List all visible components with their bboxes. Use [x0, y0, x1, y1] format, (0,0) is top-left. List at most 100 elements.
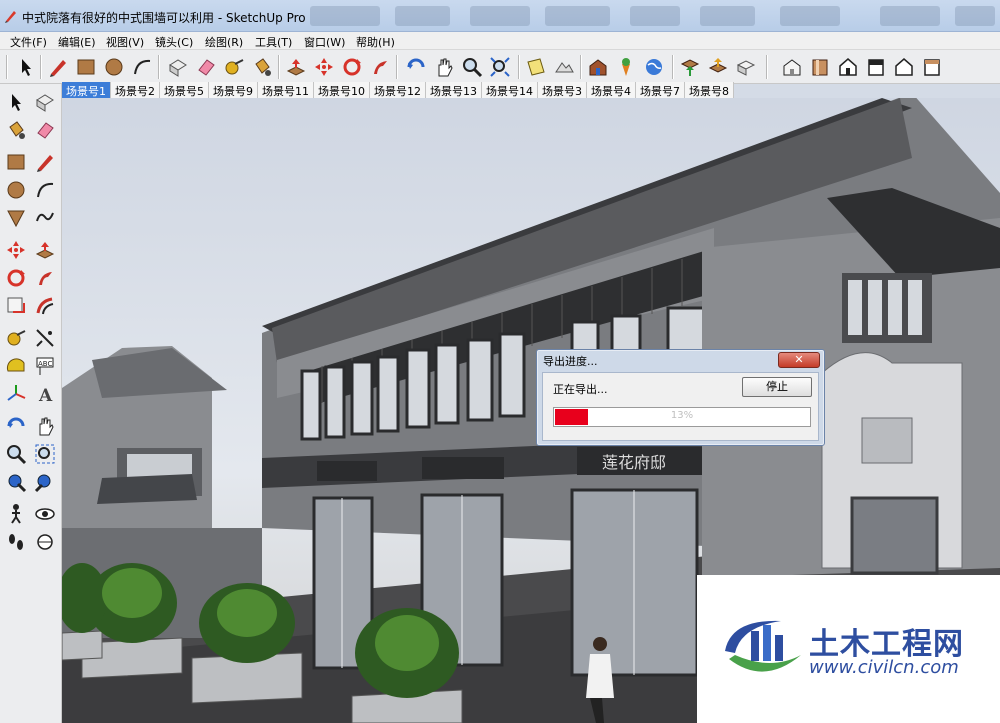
- blurred-window-control: [700, 6, 755, 26]
- add-location-icon[interactable]: [524, 55, 548, 79]
- freehand-icon[interactable]: [33, 206, 57, 230]
- top-view-icon[interactable]: [920, 55, 944, 79]
- export-progress-dialog: 导出进度... ✕ 正在导出... 停止 13%: [536, 349, 825, 446]
- pan-icon[interactable]: [432, 55, 456, 79]
- offset-icon[interactable]: [33, 294, 57, 318]
- stop-button[interactable]: 停止: [742, 377, 812, 397]
- component-icon[interactable]: [33, 90, 57, 114]
- export-progress-bar: 13%: [553, 407, 811, 427]
- scene-tab[interactable]: 场景号14: [482, 82, 538, 98]
- menu-tools[interactable]: 工具(T): [255, 34, 292, 50]
- iso-view-icon[interactable]: [780, 55, 804, 79]
- eraser-icon[interactable]: [33, 118, 57, 142]
- follow-me-icon[interactable]: [33, 266, 57, 290]
- eraser-box-icon[interactable]: [166, 55, 190, 79]
- dialog-close-button[interactable]: ✕: [778, 352, 820, 368]
- pencil-icon[interactable]: [46, 55, 70, 79]
- menu-bar: 文件(F) 编辑(E) 视图(V) 镜头(C) 绘图(R) 工具(T) 窗口(W…: [0, 32, 1000, 50]
- menu-camera[interactable]: 镜头(C): [155, 34, 193, 50]
- scene-tab[interactable]: 场景号12: [370, 82, 426, 98]
- blurred-window-control: [470, 6, 530, 26]
- menu-window[interactable]: 窗口(W): [304, 34, 345, 50]
- rotate-icon[interactable]: [340, 55, 364, 79]
- push-pull-icon[interactable]: [33, 238, 57, 262]
- push-pull-icon[interactable]: [284, 55, 308, 79]
- menu-draw[interactable]: 绘图(R): [205, 34, 243, 50]
- blurred-window-control: [780, 6, 840, 26]
- rotate-icon[interactable]: [4, 266, 28, 290]
- footprint-icon[interactable]: [4, 530, 28, 554]
- scene-tab[interactable]: 场景号13: [426, 82, 482, 98]
- paint-bucket-icon[interactable]: [4, 118, 28, 142]
- blurred-window-control: [955, 6, 995, 26]
- rectangle-icon[interactable]: [4, 150, 28, 174]
- scene-tab[interactable]: 场景号1: [62, 82, 111, 98]
- select-icon[interactable]: [14, 55, 38, 79]
- main-toolbar: [0, 50, 1000, 84]
- text-icon[interactable]: ABC: [33, 354, 57, 378]
- zoom-extents-icon[interactable]: [488, 55, 512, 79]
- scene-tab[interactable]: 场景号7: [636, 82, 685, 98]
- polygon-icon[interactable]: [4, 206, 28, 230]
- move-icon[interactable]: [4, 238, 28, 262]
- orbit-icon[interactable]: [404, 55, 428, 79]
- scene-tab[interactable]: 场景号2: [111, 82, 160, 98]
- orbit-icon[interactable]: [4, 414, 28, 438]
- circle-icon[interactable]: [102, 55, 126, 79]
- zoom-icon[interactable]: [460, 55, 484, 79]
- front-view-icon[interactable]: [808, 55, 832, 79]
- eraser-icon[interactable]: [194, 55, 218, 79]
- import-icon[interactable]: [678, 55, 702, 79]
- walk-icon[interactable]: [4, 502, 28, 526]
- tape-icon[interactable]: [222, 55, 246, 79]
- scale-icon[interactable]: [4, 294, 28, 318]
- dimension-icon[interactable]: [33, 326, 57, 350]
- rectangle-icon[interactable]: [74, 55, 98, 79]
- axes-icon[interactable]: [4, 382, 28, 406]
- scene-tab[interactable]: 场景号4: [587, 82, 636, 98]
- zoom-extents-icon[interactable]: [33, 470, 57, 494]
- svg-text:ABC: ABC: [38, 360, 52, 368]
- dialog-title: 导出进度...: [543, 355, 598, 368]
- export-icon[interactable]: [706, 55, 730, 79]
- look-around-icon[interactable]: [33, 502, 57, 526]
- back-view-icon[interactable]: [864, 55, 888, 79]
- move-icon[interactable]: [312, 55, 336, 79]
- 3d-text-icon[interactable]: [734, 55, 758, 79]
- previous-view-icon[interactable]: [4, 470, 28, 494]
- section-icon[interactable]: [33, 530, 57, 554]
- title-bar: 中式院落有很好的中式围墙可以利用 - SketchUp Pro: [0, 0, 1000, 32]
- pencil-icon[interactable]: [33, 150, 57, 174]
- circle-icon[interactable]: [4, 178, 28, 202]
- watermark: 土木工程网 www.civilcn.com: [697, 575, 1000, 723]
- tape-icon[interactable]: [4, 326, 28, 350]
- arc-icon[interactable]: [130, 55, 154, 79]
- menu-help[interactable]: 帮助(H): [356, 34, 395, 50]
- left-view-icon[interactable]: [892, 55, 916, 79]
- menu-edit[interactable]: 编辑(E): [58, 34, 96, 50]
- follow-me-icon[interactable]: [368, 55, 392, 79]
- pan-icon[interactable]: [33, 414, 57, 438]
- arc-icon[interactable]: [33, 178, 57, 202]
- scene-tab[interactable]: 场景号10: [314, 82, 370, 98]
- zoom-icon[interactable]: [4, 442, 28, 466]
- scene-tab[interactable]: 场景号9: [209, 82, 258, 98]
- protractor-icon[interactable]: [4, 354, 28, 378]
- 3d-text-icon[interactable]: A: [33, 382, 57, 406]
- scene-tab[interactable]: 场景号11: [258, 82, 314, 98]
- menu-file[interactable]: 文件(F): [10, 34, 47, 50]
- paint-bucket-icon[interactable]: [250, 55, 274, 79]
- right-view-icon[interactable]: [836, 55, 860, 79]
- menu-view[interactable]: 视图(V): [106, 34, 144, 50]
- pin-icon[interactable]: [614, 55, 638, 79]
- select-icon[interactable]: [4, 90, 28, 114]
- blurred-window-control: [395, 6, 450, 26]
- zoom-window-icon[interactable]: [33, 442, 57, 466]
- scene-tab[interactable]: 场景号8: [685, 82, 734, 98]
- terrain-icon[interactable]: [552, 55, 576, 79]
- scene-tab[interactable]: 场景号3: [538, 82, 587, 98]
- warehouse-icon[interactable]: [586, 55, 610, 79]
- scene-tab[interactable]: 场景号5: [160, 82, 209, 98]
- earth-icon[interactable]: [642, 55, 666, 79]
- blurred-window-control: [310, 6, 380, 26]
